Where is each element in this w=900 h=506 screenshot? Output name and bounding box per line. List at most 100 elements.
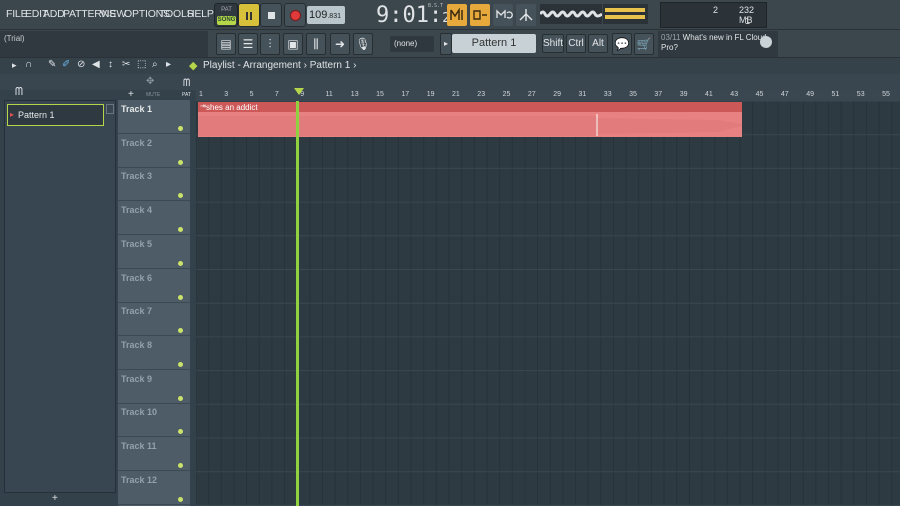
ruler-tick-label: 5: [249, 91, 254, 98]
track-header[interactable]: Track 2: [118, 135, 190, 168]
countdown-button[interactable]: [516, 4, 536, 26]
track-mute-led[interactable]: [178, 193, 183, 199]
record-icon: [290, 10, 301, 21]
clip-arrow-icon: ⇥: [200, 103, 206, 110]
browser-button[interactable]: ▣: [283, 33, 303, 55]
playlist-toolbar: [0, 58, 900, 74]
track-mute-led[interactable]: [178, 328, 183, 334]
stop-button[interactable]: [260, 3, 282, 27]
track-mute-led[interactable]: [178, 260, 183, 266]
playlist-pattern-text: Pattern 1: [309, 60, 351, 71]
ruler-tick-label: 37: [654, 91, 663, 98]
ctrl-key-button[interactable]: Ctrl: [566, 34, 586, 53]
pattern-mode-icon[interactable]: ᗰ: [183, 78, 190, 89]
microphone-button[interactable]: 🎙: [353, 33, 373, 55]
track-header[interactable]: Track 8: [118, 337, 190, 370]
menu-help[interactable]: HELP: [187, 8, 214, 20]
menu-add[interactable]: ADD: [43, 8, 65, 20]
song-position-marker[interactable]: [294, 88, 304, 95]
playlist-title: Playlist - Arrangement › Pattern 1 ›: [203, 60, 356, 71]
track-header[interactable]: Track 5: [118, 236, 190, 269]
pencil-icon[interactable]: ✎: [48, 59, 56, 70]
track-mute-led[interactable]: [178, 429, 183, 435]
shift-key-button[interactable]: Shift: [542, 34, 564, 53]
pattern-prev-button[interactable]: ▸: [440, 33, 452, 55]
pat-mode-label: PAT: [182, 92, 191, 98]
pattern-selector[interactable]: Pattern 1: [452, 34, 536, 53]
track-header[interactable]: Track 11: [118, 438, 190, 471]
track-mute-led[interactable]: [178, 463, 183, 468]
track-header[interactable]: Track 6: [118, 270, 190, 303]
ruler-tick-label: 41: [705, 91, 713, 98]
paint-icon[interactable]: ✐: [62, 59, 70, 70]
track-header[interactable]: Track 7: [118, 303, 190, 337]
triangle-right-icon: ▸: [443, 39, 448, 48]
blend-notes-button[interactable]: [493, 4, 513, 26]
clip-header: ⇥ shes an addict: [198, 102, 742, 112]
track-mute-led[interactable]: [178, 361, 183, 367]
playhead-line[interactable]: [296, 101, 299, 506]
options-arrow-icon[interactable]: ▸: [12, 60, 17, 71]
move-icon[interactable]: ✥: [146, 76, 154, 87]
add-pattern-button[interactable]: +: [52, 493, 58, 504]
time-display[interactable]: 9:01:23 B.S.T: [376, 3, 458, 28]
track-mute-led[interactable]: [178, 395, 183, 401]
zoom-icon[interactable]: ⌕: [152, 59, 158, 70]
add-track-icon[interactable]: +: [128, 89, 134, 100]
playlist-button[interactable]: ▤: [216, 33, 236, 55]
level-meter: [603, 4, 648, 24]
track-header[interactable]: Track 10: [118, 404, 190, 438]
metronome-button[interactable]: [447, 4, 467, 26]
magnet-icon[interactable]: ∩: [25, 59, 32, 70]
track-label: Track 8: [121, 339, 153, 350]
tempo-display[interactable]: 109.831: [307, 6, 345, 24]
track-mute-led[interactable]: [178, 294, 183, 300]
audio-clip[interactable]: ⇥ shes an addict: [198, 102, 742, 137]
message-button[interactable]: 💬: [612, 33, 632, 55]
snap-selector[interactable]: (none): [390, 36, 434, 52]
slice-icon[interactable]: ✂: [122, 59, 130, 70]
pat-song-toggle[interactable]: PAT SONG: [214, 3, 238, 27]
menu-view[interactable]: VIEW: [100, 8, 126, 20]
browser-scroll[interactable]: [106, 104, 114, 114]
ruler-tick-label: 17: [401, 91, 410, 98]
plugin-button[interactable]: ➜: [330, 33, 350, 55]
delete-icon[interactable]: ⊘: [77, 59, 85, 70]
shop-button[interactable]: 🛒: [634, 33, 654, 55]
track-label: Track 9: [121, 373, 153, 384]
track-header[interactable]: Track 1: [118, 101, 190, 134]
track-header[interactable]: Track 12: [118, 472, 190, 505]
select-icon[interactable]: ⬚: [137, 59, 146, 70]
arrangement-grid[interactable]: [196, 101, 900, 506]
pause-icon: [246, 12, 248, 20]
track-header[interactable]: Track 4: [118, 202, 190, 236]
track-mute-led[interactable]: [178, 159, 183, 165]
record-button[interactable]: [284, 3, 306, 27]
mute-icon[interactable]: ◀: [92, 59, 100, 70]
track-header[interactable]: Track 9: [118, 371, 190, 404]
track-mute-led[interactable]: [178, 227, 183, 233]
mixer-button[interactable]: ⫼: [306, 33, 326, 55]
pat-label: PAT: [221, 7, 232, 13]
track-mute-led[interactable]: [178, 496, 183, 502]
ruler-tick-label: 53: [856, 91, 865, 98]
playback-icon[interactable]: ▸: [166, 59, 171, 70]
slip-icon[interactable]: ↕: [108, 59, 113, 70]
ruler-tick-label: 21: [452, 91, 460, 98]
track-label: Track 3: [121, 171, 153, 182]
wait-input-button[interactable]: [470, 4, 490, 26]
play-button[interactable]: [238, 3, 260, 27]
track-mute-led[interactable]: [178, 126, 183, 131]
arrow-right-icon: ➜: [334, 37, 346, 51]
browser-icon: ▣: [287, 37, 299, 51]
ruler-tick-label: 7: [274, 91, 279, 98]
piano-icon[interactable]: ᗰ: [15, 86, 23, 99]
pattern-list-item[interactable]: ▸ Pattern 1: [7, 104, 104, 126]
globe-icon[interactable]: [760, 36, 772, 48]
alt-key-button[interactable]: Alt: [588, 34, 608, 53]
ruler-tick-label: 33: [603, 91, 612, 98]
track-header[interactable]: Track 3: [118, 168, 190, 202]
channel-rack-button[interactable]: ⫶: [260, 33, 280, 55]
piano-roll-button[interactable]: ☰: [238, 33, 258, 55]
ruler-tick-label: 45: [755, 91, 764, 98]
